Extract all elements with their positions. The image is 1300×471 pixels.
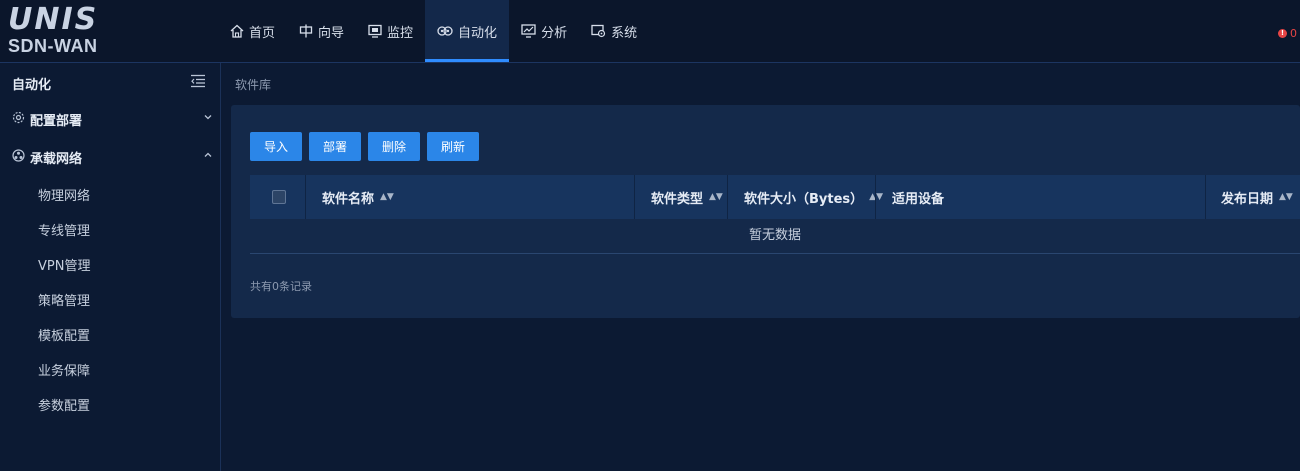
nav-monitor[interactable]: 监控 — [356, 0, 425, 62]
sidebar-group-label: 承载网络 — [30, 151, 83, 167]
sidebar-item-template[interactable]: 模板配置 — [38, 325, 90, 344]
sidebar-group-label: 配置部署 — [30, 113, 83, 129]
sidebar-item-policy[interactable]: 策略管理 — [38, 290, 90, 309]
nav-monitor-label: 监控 — [387, 25, 414, 41]
import-button[interactable]: 导入 — [250, 132, 303, 161]
sidebar-item-vpn[interactable]: VPN管理 — [38, 255, 90, 274]
system-icon — [591, 24, 606, 38]
home-icon — [230, 24, 244, 38]
sidebar-group-bearer-network[interactable]: 承载网络 — [12, 147, 82, 167]
collapse-menu-icon[interactable] — [190, 74, 206, 92]
empty-table-message: 暂无数据 — [250, 219, 1300, 254]
software-table: 软件名称 ▲▼ 软件类型 ▲▼ 软件大小（Bytes） ▲▼ 适用设备 发布日期… — [250, 175, 1300, 254]
select-all-cell — [272, 175, 286, 219]
column-divider — [875, 175, 876, 219]
automation-icon — [437, 24, 453, 38]
nav-system[interactable]: 系统 — [579, 0, 649, 62]
col-software-type-label: 软件类型 — [651, 191, 704, 207]
alert-count: 0 — [1290, 27, 1297, 40]
nav-automation-label: 自动化 — [458, 25, 498, 41]
col-software-name[interactable]: 软件名称 ▲▼ — [322, 175, 394, 219]
sidebar-group-config-deploy[interactable]: 配置部署 — [12, 109, 82, 129]
col-applicable-device-label: 适用设备 — [892, 191, 945, 207]
nav-automation[interactable]: 自动化 — [425, 0, 510, 62]
guide-icon — [299, 24, 313, 38]
col-release-date-label: 发布日期 — [1221, 191, 1274, 207]
logo[interactable]: UNIS SDN-WAN — [8, 4, 118, 58]
chevron-down-icon[interactable] — [203, 111, 213, 126]
sidebar: 自动化 配置部署 承载网络 物理网络 专线管理 VPN管理 策略管理 模板配置 … — [0, 63, 221, 471]
sidebar-item-leased-line[interactable]: 专线管理 — [38, 220, 90, 239]
column-divider — [634, 175, 635, 219]
monitor-icon — [368, 24, 382, 38]
nav-home[interactable]: 首页 — [218, 0, 287, 62]
refresh-button[interactable]: 刷新 — [427, 132, 480, 161]
software-library-panel: 导入 部署 删除 刷新 软件名称 ▲▼ 软件类型 ▲▼ 软件大小（Bytes） … — [231, 105, 1300, 318]
chevron-up-icon[interactable] — [203, 149, 213, 164]
nav-home-label: 首页 — [249, 25, 276, 41]
table-header: 软件名称 ▲▼ 软件类型 ▲▼ 软件大小（Bytes） ▲▼ 适用设备 发布日期… — [250, 175, 1300, 219]
sort-icon[interactable]: ▲▼ — [869, 192, 883, 202]
sort-icon[interactable]: ▲▼ — [709, 192, 723, 202]
column-divider — [305, 175, 306, 219]
sort-icon[interactable]: ▲▼ — [380, 192, 394, 202]
col-release-date[interactable]: 发布日期 ▲▼ — [1221, 175, 1293, 219]
nav-guide-label: 向导 — [318, 25, 345, 41]
breadcrumb: 软件库 — [235, 78, 272, 92]
toolbar: 导入 部署 删除 刷新 — [250, 132, 480, 161]
logo-brand: UNIS — [8, 2, 99, 37]
col-software-name-label: 软件名称 — [322, 191, 375, 207]
col-software-type[interactable]: 软件类型 ▲▼ — [651, 175, 723, 219]
col-applicable-device: 适用设备 — [892, 175, 944, 219]
sidebar-item-physical-network[interactable]: 物理网络 — [38, 185, 90, 204]
nav-analysis-label: 分析 — [541, 25, 568, 41]
alert-icon: ! — [1278, 29, 1287, 38]
top-header: UNIS SDN-WAN 首页 向导 监控 自动化 分析 系统 ! 0 — [0, 0, 1300, 63]
logo-product: SDN-WAN — [8, 36, 98, 56]
col-software-size-label: 软件大小（Bytes） — [744, 191, 864, 207]
nav-system-label: 系统 — [611, 25, 638, 41]
nav-guide[interactable]: 向导 — [287, 0, 356, 62]
sidebar-item-parameters[interactable]: 参数配置 — [38, 395, 90, 414]
analysis-icon — [521, 24, 536, 38]
column-divider — [1205, 175, 1206, 219]
sidebar-title: 自动化 — [12, 78, 52, 93]
sidebar-item-service-assurance[interactable]: 业务保障 — [38, 360, 90, 379]
alert-indicator[interactable]: ! 0 — [1278, 27, 1297, 40]
total-records: 共有0条记录 — [250, 280, 312, 293]
main-nav: 首页 向导 监控 自动化 分析 系统 — [218, 0, 649, 62]
deploy-button[interactable]: 部署 — [309, 132, 362, 161]
gear-icon — [12, 111, 25, 128]
sort-icon[interactable]: ▲▼ — [1279, 192, 1293, 202]
col-software-size[interactable]: 软件大小（Bytes） ▲▼ — [744, 175, 883, 219]
nav-analysis[interactable]: 分析 — [509, 0, 579, 62]
select-all-checkbox[interactable] — [272, 190, 286, 204]
main-content: 软件库 导入 部署 删除 刷新 软件名称 ▲▼ 软件类型 ▲▼ 软件大小（Byt… — [221, 63, 1300, 471]
delete-button[interactable]: 删除 — [368, 132, 421, 161]
column-divider — [727, 175, 728, 219]
network-icon — [12, 148, 25, 166]
